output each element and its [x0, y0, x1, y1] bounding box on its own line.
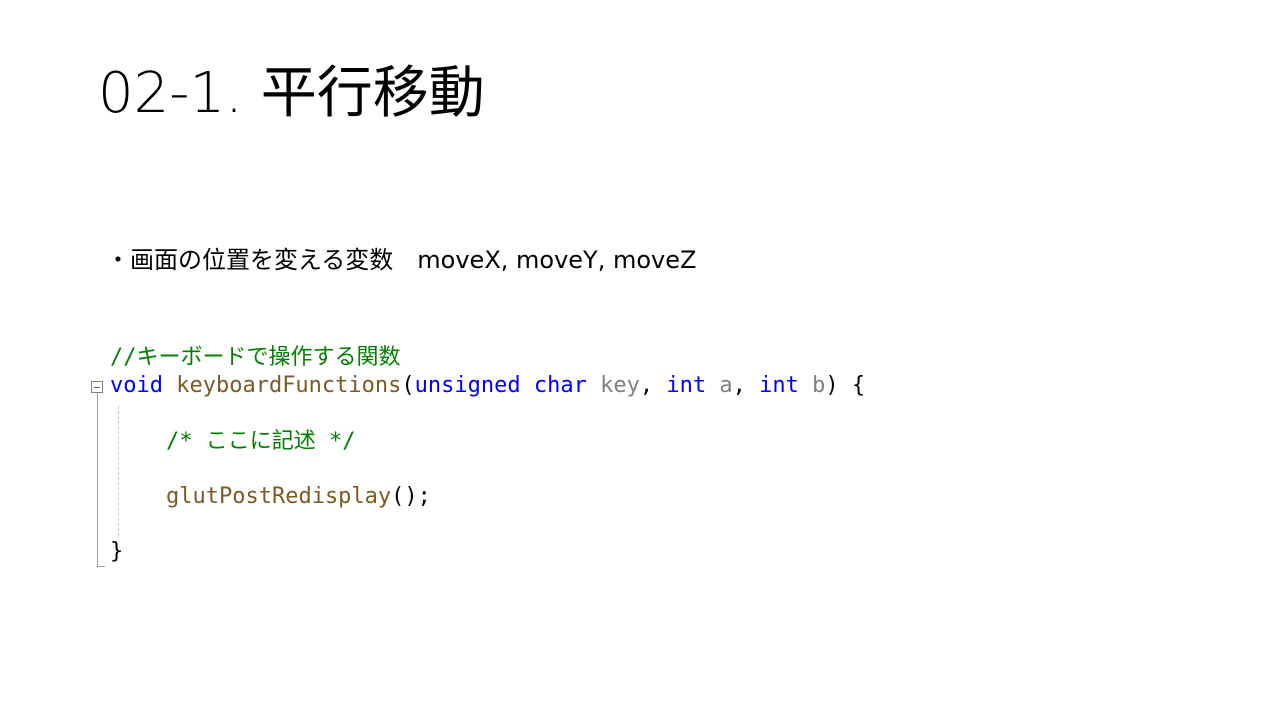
- keyword-int-2: int: [759, 373, 799, 398]
- param-a: a: [706, 373, 733, 398]
- keyword-unsigned-char: unsigned char: [414, 373, 587, 398]
- code-comment-header: //キーボードで操作する関数: [110, 345, 401, 370]
- code-function-call: glutPostRedisplay();: [166, 483, 431, 511]
- bullet-point: ・画面の位置を変える変数 moveX, moveY, moveZ: [106, 246, 696, 275]
- paren-open: (: [401, 373, 415, 398]
- indent-guide: [118, 406, 119, 536]
- keyword-void: void: [110, 373, 163, 398]
- code-function-signature: void keyboardFunctions(unsigned char key…: [110, 372, 865, 400]
- call-function-name: glutPostRedisplay: [166, 484, 392, 509]
- collapse-toggle-icon: [91, 381, 103, 393]
- separator-1: ,: [639, 373, 667, 398]
- code-snippet: //キーボードで操作する関数 void keyboardFunctions(un…: [88, 342, 918, 572]
- function-name: keyboardFunctions: [162, 373, 402, 398]
- call-tail: ();: [391, 484, 431, 509]
- bullet-text: ・画面の位置を変える変数: [106, 246, 394, 274]
- code-closing-brace: }: [110, 539, 124, 564]
- separator-2: ,: [732, 373, 760, 398]
- param-key: key: [586, 373, 640, 398]
- slide-title: 02-1. 平行移動: [98, 61, 485, 126]
- keyword-int-1: int: [666, 373, 707, 398]
- param-b: b: [798, 373, 826, 398]
- signature-tail: ) {: [825, 373, 866, 398]
- outline-guide: [97, 393, 98, 567]
- bullet-variables: moveX, moveY, moveZ: [417, 246, 697, 274]
- outline-guide-end: [97, 566, 105, 567]
- code-body-comment: /* ここに記述 */: [166, 429, 356, 454]
